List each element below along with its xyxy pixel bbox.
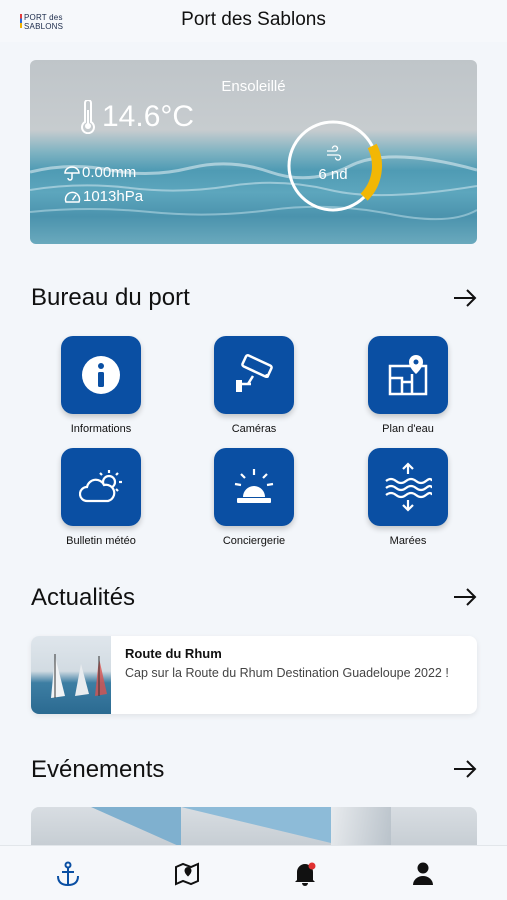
app-header: PORT des SABLONS Port des Sablons: [0, 0, 507, 42]
events-arrow-icon[interactable]: [452, 759, 478, 779]
plan-eau-button[interactable]: [368, 336, 448, 414]
thermometer-icon: [81, 100, 95, 134]
marees-button[interactable]: [368, 448, 448, 526]
anchor-icon: [57, 861, 79, 887]
tile-label: Informations: [70, 423, 132, 435]
tile-label: Marées: [389, 535, 427, 547]
wind-icon: [327, 145, 342, 161]
sail-image-part: [91, 807, 181, 847]
camera-icon: [236, 354, 273, 392]
pressure-value: 1013hPa: [83, 188, 144, 205]
bulletin-meteo-button[interactable]: [61, 448, 141, 526]
news-item-text: Cap sur la Route du Rhum Destination Gua…: [125, 666, 449, 680]
weather-condition: Ensoleillé: [221, 78, 286, 95]
map-pin-icon: [388, 355, 428, 396]
weather-card[interactable]: Ensoleillé 14.6°C 0.00mm 1013hPa 6 nd: [30, 60, 477, 244]
tide-icon: [385, 462, 432, 512]
weather-icon: [79, 470, 122, 503]
profile-icon: [413, 862, 433, 885]
tile-informations[interactable]: Informations: [36, 336, 166, 435]
tile-label: Caméras: [231, 423, 277, 435]
tile-conciergerie[interactable]: Conciergerie: [189, 448, 319, 547]
office-arrow-icon[interactable]: [452, 288, 478, 308]
notification-dot: [308, 862, 316, 870]
events-section-title: Evénements: [31, 756, 165, 783]
rain-readout: 0.00mm: [64, 164, 136, 181]
wind-value: 6 nd: [318, 166, 348, 183]
tile-bulletin-meteo[interactable]: Bulletin météo: [36, 448, 166, 547]
tile-label: Plan d'eau: [382, 423, 434, 435]
notification-bell-icon: [295, 862, 316, 886]
info-icon: [82, 356, 120, 394]
bottom-nav: [0, 845, 507, 900]
news-item-title: Route du Rhum: [125, 646, 222, 661]
rain-value: 0.00mm: [82, 164, 137, 181]
gauge-icon: [64, 191, 81, 203]
page-title: Port des Sablons: [181, 9, 326, 30]
news-arrow-icon[interactable]: [452, 587, 478, 607]
tile-label: Bulletin météo: [66, 535, 136, 547]
news-thumbnail: [31, 636, 111, 714]
pressure-readout: 1013hPa: [64, 188, 143, 205]
tile-cameras[interactable]: Caméras: [189, 336, 319, 435]
nav-home[interactable]: [53, 860, 83, 888]
news-section-title: Actualités: [31, 584, 136, 611]
tile-label: Conciergerie: [222, 535, 286, 547]
temperature-readout: 14.6°C: [80, 100, 194, 134]
cameras-button[interactable]: [214, 336, 294, 414]
sail-image-part: [181, 807, 331, 843]
umbrella-icon: [64, 165, 80, 181]
nav-profile[interactable]: [408, 860, 438, 888]
bell-siren-icon: [234, 469, 274, 503]
sail-image-part: [331, 807, 391, 847]
tile-marees[interactable]: Marées: [343, 448, 473, 547]
map-icon: [175, 862, 199, 886]
informations-button[interactable]: [61, 336, 141, 414]
nav-notifications[interactable]: [290, 860, 320, 888]
tile-plan-eau[interactable]: Plan d'eau: [343, 336, 473, 435]
temperature-value: 14.6°C: [102, 100, 195, 133]
nav-map[interactable]: [172, 860, 202, 888]
sailboats-image: [51, 654, 107, 698]
news-card[interactable]: Route du Rhum Cap sur la Route du Rhum D…: [31, 636, 477, 714]
office-section-title: Bureau du port: [31, 284, 190, 311]
conciergerie-button[interactable]: [214, 448, 294, 526]
event-card[interactable]: [31, 807, 477, 847]
